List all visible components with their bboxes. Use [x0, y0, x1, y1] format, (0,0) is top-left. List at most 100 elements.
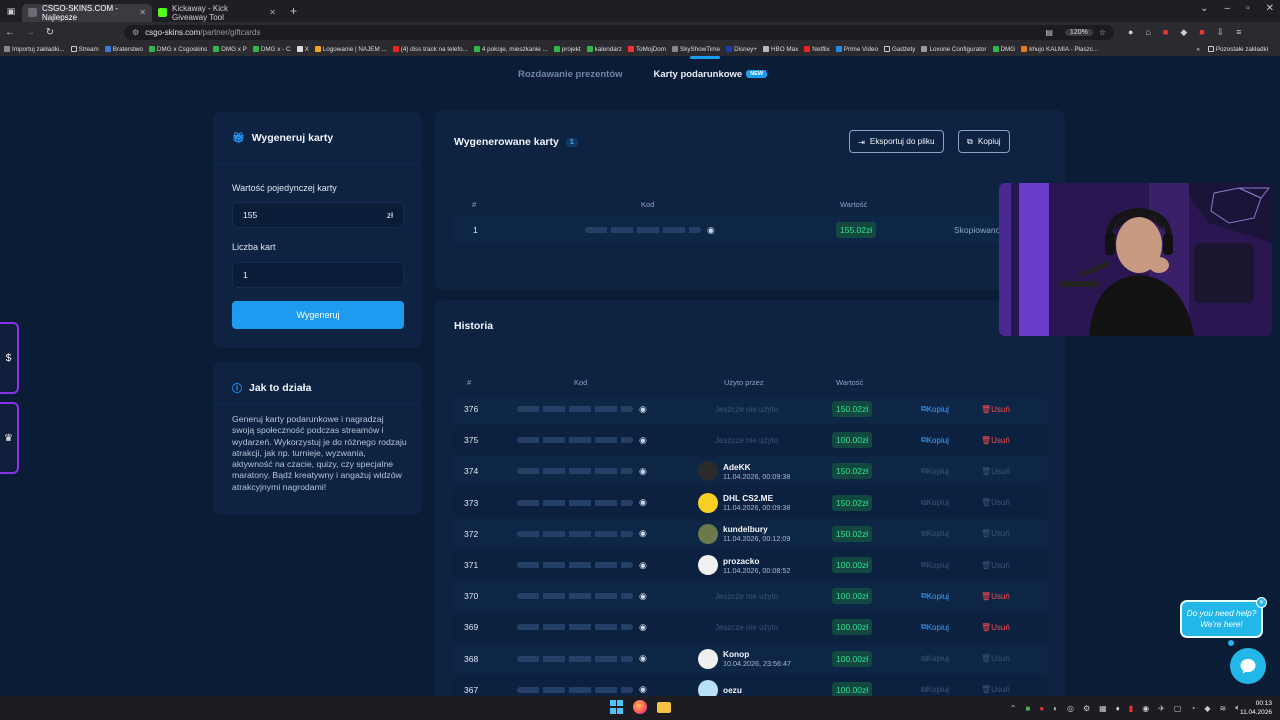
tray-icon[interactable]: ● — [1039, 704, 1044, 713]
tab-gift-cards[interactable]: Karty podarunkowe NEW — [654, 69, 768, 80]
generate-button[interactable]: Wygeneruj — [232, 301, 404, 329]
taskbar-clock[interactable]: 00:13 11.04.2026 — [1240, 699, 1272, 717]
close-tab-icon[interactable]: ✕ — [269, 8, 276, 17]
bookmark-item[interactable]: DMG x - C — [252, 46, 291, 53]
downloads-icon[interactable]: ⇩ — [1217, 27, 1225, 38]
file-explorer-icon[interactable] — [657, 702, 671, 713]
bookmark-item[interactable]: Disney+ — [726, 46, 757, 53]
tray-icon[interactable]: ◔ — [1190, 704, 1195, 713]
bookmark-item[interactable]: Importuj zakładki... — [4, 46, 65, 53]
bookmark-item[interactable]: ToMojDom — [627, 46, 666, 53]
eye-icon[interactable]: ◉ — [639, 404, 647, 415]
delete-button[interactable]: 🗑︎ Usuń — [981, 426, 1010, 454]
tray-icon[interactable]: ◎ — [1067, 704, 1074, 713]
back-icon[interactable]: ← — [0, 27, 20, 38]
eye-icon[interactable]: ◉ — [639, 622, 647, 633]
bookmark-item[interactable]: DMG x Csgoskins — [148, 46, 207, 53]
windows-start-icon[interactable] — [610, 700, 623, 714]
tab-giveaways[interactable]: Rozdawanie prezentów — [518, 69, 623, 80]
reload-icon[interactable]: ↻ — [40, 27, 60, 38]
bookmark-item[interactable]: Netflix — [804, 46, 830, 53]
bookmark-item[interactable]: 4 pokoje, mieszkanie ... — [473, 46, 548, 53]
bookmark-item[interactable]: SkyShowTime — [672, 46, 720, 53]
bookmark-item[interactable]: Prime Video — [835, 46, 878, 53]
bookmark-item[interactable]: DMG x P — [213, 46, 247, 53]
extension-gray-icon[interactable]: ◆ — [1180, 27, 1187, 38]
help-bubble[interactable]: Do you need help? We're here! — [1180, 600, 1263, 638]
help-close-icon[interactable]: ✕ — [1256, 597, 1267, 608]
bookmark-item[interactable]: X — [296, 46, 309, 53]
eye-icon[interactable]: ◉ — [639, 653, 647, 664]
delete-button[interactable]: 🗑︎ Usuń — [981, 395, 1010, 423]
bookmark-item[interactable]: (4) diss track na telefo... — [392, 46, 468, 53]
eye-icon[interactable]: ◉ — [639, 497, 647, 508]
firefox-icon[interactable] — [633, 700, 647, 714]
tray-icon[interactable]: ◆ — [1204, 704, 1210, 713]
card-count-input[interactable]: 1 — [232, 262, 404, 288]
close-tab-icon[interactable]: ✕ — [139, 8, 146, 17]
tray-icon[interactable]: ⚙ — [1083, 704, 1090, 713]
chat-button[interactable] — [1230, 648, 1266, 684]
delete-button[interactable]: 🗑︎ Usuń — [981, 582, 1010, 610]
bookmark-item[interactable]: kalendarz — [586, 46, 622, 53]
menu-icon[interactable]: ≡ — [1236, 27, 1241, 38]
extension-red2-icon[interactable]: ■ — [1199, 27, 1204, 38]
tray-icon[interactable]: ♦ — [1116, 704, 1120, 713]
extension-red-icon[interactable]: ■ — [1163, 27, 1168, 38]
minimize-icon[interactable]: – — [1225, 3, 1231, 14]
wifi-icon[interactable]: ≋ — [1219, 704, 1226, 713]
tray-icon[interactable]: ✈ — [1158, 704, 1165, 713]
bookmark-item[interactable]: Logowanie | NAJEM ... — [314, 46, 387, 53]
copy-button[interactable]: ⧉ Kopiuj — [921, 395, 949, 423]
browser-tab-csgo[interactable]: CSGO-SKINS.COM - Najlepsze ✕ — [22, 3, 152, 22]
bookmark-item[interactable]: projekt — [553, 46, 581, 53]
zoom-indicator[interactable]: 120% — [1064, 28, 1093, 36]
close-window-icon[interactable]: ✕ — [1266, 3, 1274, 14]
bookmark-item[interactable]: Stream — [70, 46, 99, 53]
new-tab-button[interactable]: + — [282, 4, 305, 18]
screenshot-icon[interactable]: ▤ — [1045, 28, 1053, 37]
bookmark-item[interactable]: Gadżety — [883, 46, 915, 53]
address-bar[interactable]: ⚙ csgo-skins.com/partner/giftcards ▤ 120… — [124, 24, 1114, 40]
maximize-icon[interactable]: ▫ — [1246, 3, 1250, 14]
tray-icon[interactable]: ◐ — [1053, 704, 1058, 713]
eye-icon[interactable]: ◉ — [639, 560, 647, 571]
copy-button[interactable]: ⧉ Kopiuj — [921, 426, 949, 454]
copy-all-button[interactable]: ⧉ Kopiuj — [958, 130, 1010, 153]
eye-icon[interactable]: ◉ — [639, 591, 647, 602]
eye-icon[interactable]: ◉ — [707, 225, 715, 236]
extension-icon[interactable]: ⌂ — [1145, 27, 1150, 38]
row-num: 372 — [464, 528, 479, 539]
tray-icon[interactable]: ▮ — [1129, 704, 1133, 713]
tray-icon[interactable]: ■ — [1025, 704, 1030, 713]
tab-list-icon[interactable]: ⌄ — [1200, 3, 1208, 14]
bookmark-item[interactable]: HBO Max — [763, 46, 798, 53]
sidebar-crown-tab[interactable]: ♛ — [0, 402, 19, 474]
eye-icon[interactable]: ◉ — [639, 466, 647, 477]
card-value-input[interactable]: 155 zł — [232, 202, 404, 228]
copy-button[interactable]: ⧉ Kopiuj — [921, 582, 949, 610]
tray-icon[interactable]: ⌃ — [1010, 704, 1017, 713]
tray-icon[interactable]: ◉ — [1142, 704, 1149, 713]
tray-icon[interactable]: ▦ — [1099, 704, 1107, 713]
forward-icon[interactable]: → — [20, 27, 40, 38]
bookmark-item[interactable]: khujo KALMIA - Płaszc... — [1021, 46, 1098, 53]
export-button[interactable]: ⇥ Eksportuj do pliku — [849, 130, 944, 153]
eye-icon[interactable]: ◉ — [639, 528, 647, 539]
bookmark-item[interactable]: Loxone Configurator — [921, 46, 987, 53]
bookmark-item[interactable]: Braterstwo — [104, 46, 143, 53]
eye-icon[interactable]: ◉ — [639, 684, 647, 695]
account-icon[interactable]: ● — [1128, 27, 1133, 38]
sidebar-dollar-tab[interactable]: $ — [0, 322, 19, 394]
chevron-right-icon[interactable]: » — [1196, 46, 1200, 53]
delete-button[interactable]: 🗑︎ Usuń — [981, 613, 1010, 641]
browser-tab-kickaway[interactable]: Kickaway - Kick Giveaway Tool ✕ — [152, 4, 282, 22]
tray-icon[interactable]: ▢ — [1174, 704, 1182, 713]
bookmark-item[interactable]: DMG — [992, 46, 1015, 53]
copy-button[interactable]: ⧉ Kopiuj — [921, 613, 949, 641]
eye-icon[interactable]: ◉ — [639, 435, 647, 446]
bookmark-star-icon[interactable]: ☆ — [1099, 28, 1106, 37]
other-bookmarks[interactable]: Pozostałe zakładki — [1207, 46, 1268, 53]
site-info-icon[interactable]: ⚙ — [132, 28, 139, 37]
browser-menu-icon[interactable]: ▣ — [0, 6, 22, 17]
